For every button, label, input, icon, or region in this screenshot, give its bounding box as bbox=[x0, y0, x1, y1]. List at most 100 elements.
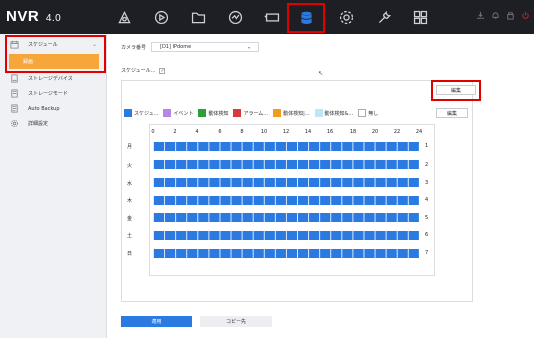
camera-select[interactable]: [D1] IPdome ▾ bbox=[151, 42, 259, 52]
sidebar: スケジュール ⌄ 録画 ストレージデバイス ストレージモード Auto Back… bbox=[0, 34, 107, 338]
legend-swatch bbox=[163, 109, 172, 117]
app-version: 4.0 bbox=[45, 13, 62, 24]
chevron-down-icon: ▾ bbox=[247, 45, 250, 50]
hour-tick: 8 bbox=[240, 129, 244, 135]
schedule-enable-row: スケジュール... ✓ bbox=[121, 67, 166, 74]
day-label: 月 bbox=[127, 144, 133, 150]
legend-label: 動体検知 bbox=[208, 110, 229, 117]
backup-icon bbox=[9, 103, 20, 114]
hour-tick: 24 bbox=[415, 129, 423, 135]
legend-swatch bbox=[124, 109, 132, 117]
hour-tick: 12 bbox=[282, 129, 290, 135]
day-schedule-bar[interactable] bbox=[153, 231, 419, 240]
legend-item-none[interactable]: 無し bbox=[358, 109, 378, 117]
sidebar-item-label: ストレージデバイス bbox=[28, 76, 73, 82]
legend-swatch bbox=[273, 109, 282, 117]
legend-label: 動体検知&... bbox=[324, 110, 354, 117]
logo-text: NVR bbox=[6, 8, 40, 25]
legend-label: イベント bbox=[173, 110, 194, 117]
legend-label: スケジュ... bbox=[134, 110, 159, 117]
day-schedule-bar[interactable] bbox=[153, 213, 419, 222]
sidebar-item-advanced[interactable]: 詳細設定 bbox=[0, 116, 106, 131]
schedule-legend: スケジュ... イベント 動体検知 アラーム... 動体検知|... 動体検知&… bbox=[124, 109, 383, 117]
sidebar-item-label: Auto Backup bbox=[28, 105, 60, 112]
day-label: 木 bbox=[127, 198, 133, 204]
lock-icon[interactable] bbox=[506, 11, 515, 20]
hour-tick: 0 bbox=[151, 129, 155, 135]
legend-swatch bbox=[358, 109, 367, 117]
advanced-settings-icon bbox=[9, 118, 20, 129]
day-schedule-bar[interactable] bbox=[153, 249, 419, 258]
camera-field: カメラ番号 [D1] IPdome ▾ bbox=[121, 42, 259, 52]
day-number: 1 bbox=[425, 143, 429, 149]
day-number: 6 bbox=[425, 232, 429, 238]
download-icon[interactable] bbox=[476, 11, 485, 20]
storage-icon[interactable] bbox=[287, 3, 325, 33]
highlight-box bbox=[431, 80, 481, 101]
hour-tick: 22 bbox=[393, 129, 401, 135]
hour-tick: 20 bbox=[371, 129, 379, 135]
legend-item-event[interactable]: イベント bbox=[163, 109, 193, 117]
legend-swatch bbox=[314, 109, 323, 117]
legend-swatch bbox=[233, 109, 242, 117]
legend-label: 動体検知|... bbox=[283, 110, 310, 117]
schedule-enable-checkbox[interactable]: ✓ bbox=[159, 67, 166, 74]
sidebar-item-storage-mode[interactable]: ストレージモード bbox=[0, 86, 106, 101]
day-label: 水 bbox=[127, 181, 133, 187]
apply-button[interactable]: 適用 bbox=[121, 316, 192, 327]
legend-item-motion-and-alarm[interactable]: 動体検知&... bbox=[314, 109, 354, 117]
day-schedule-bar[interactable] bbox=[153, 160, 419, 169]
legend-item-motion[interactable]: 動体検知 bbox=[198, 109, 228, 117]
sidebar-item-label: 詳細設定 bbox=[28, 121, 49, 127]
system-settings-icon[interactable] bbox=[333, 5, 359, 29]
day-number: 5 bbox=[425, 215, 429, 221]
legend-swatch bbox=[198, 109, 207, 117]
sidebar-item-label: ストレージモード bbox=[28, 91, 68, 97]
highlight-box bbox=[5, 35, 106, 73]
hour-tick: 18 bbox=[349, 129, 357, 135]
camera-icon[interactable] bbox=[259, 5, 285, 29]
hour-tick: 2 bbox=[173, 129, 177, 135]
mouse-cursor-icon: ↖ bbox=[318, 70, 324, 77]
maintenance-icon[interactable] bbox=[371, 5, 397, 29]
day-number: 7 bbox=[425, 250, 429, 256]
hour-tick: 10 bbox=[260, 129, 268, 135]
legend-item-schedule[interactable]: スケジュ... bbox=[124, 109, 158, 117]
sidebar-item-auto-backup[interactable]: Auto Backup bbox=[0, 101, 106, 116]
copy-to-button[interactable]: コピー先 bbox=[200, 316, 272, 327]
day-label: 日 bbox=[127, 251, 133, 257]
day-schedule-bar[interactable] bbox=[153, 142, 419, 151]
day-schedule-bar[interactable] bbox=[153, 178, 419, 187]
day-label: 土 bbox=[127, 233, 133, 239]
day-number: 3 bbox=[425, 180, 429, 186]
smart-analysis-icon[interactable] bbox=[222, 5, 248, 29]
schedule-label: スケジュール... bbox=[121, 68, 156, 74]
playback-icon[interactable] bbox=[148, 5, 174, 29]
camera-select-value: [D1] IPdome bbox=[160, 44, 192, 50]
hour-tick: 4 bbox=[195, 129, 199, 135]
top-navigation-bar: NVR 4.0 bbox=[0, 0, 534, 34]
app-logo: NVR 4.0 bbox=[6, 8, 61, 25]
hour-tick: 6 bbox=[218, 129, 222, 135]
legend-item-motion-or-alarm[interactable]: 動体検知|... bbox=[273, 109, 310, 117]
live-view-icon[interactable] bbox=[111, 5, 137, 29]
legend-label: アラーム... bbox=[243, 110, 269, 117]
legend-label: 無し bbox=[368, 110, 379, 117]
header-actions bbox=[476, 11, 530, 20]
storage-device-icon bbox=[9, 73, 20, 84]
day-schedule-bar[interactable] bbox=[153, 196, 419, 205]
more-icon[interactable] bbox=[407, 5, 433, 29]
file-management-icon[interactable] bbox=[185, 5, 211, 29]
day-number: 4 bbox=[425, 197, 429, 203]
day-number: 2 bbox=[425, 162, 429, 168]
edit-button[interactable]: 編集 bbox=[436, 108, 468, 118]
camera-label: カメラ番号 bbox=[121, 44, 147, 51]
hour-tick: 16 bbox=[326, 129, 334, 135]
storage-mode-icon bbox=[9, 88, 20, 99]
power-icon[interactable] bbox=[521, 11, 530, 20]
alarm-icon[interactable] bbox=[491, 11, 500, 20]
legend-item-alarm[interactable]: アラーム... bbox=[233, 109, 268, 117]
day-label: 火 bbox=[127, 163, 133, 169]
day-label: 金 bbox=[127, 216, 133, 222]
sidebar-item-storage-device[interactable]: ストレージデバイス bbox=[0, 71, 106, 86]
